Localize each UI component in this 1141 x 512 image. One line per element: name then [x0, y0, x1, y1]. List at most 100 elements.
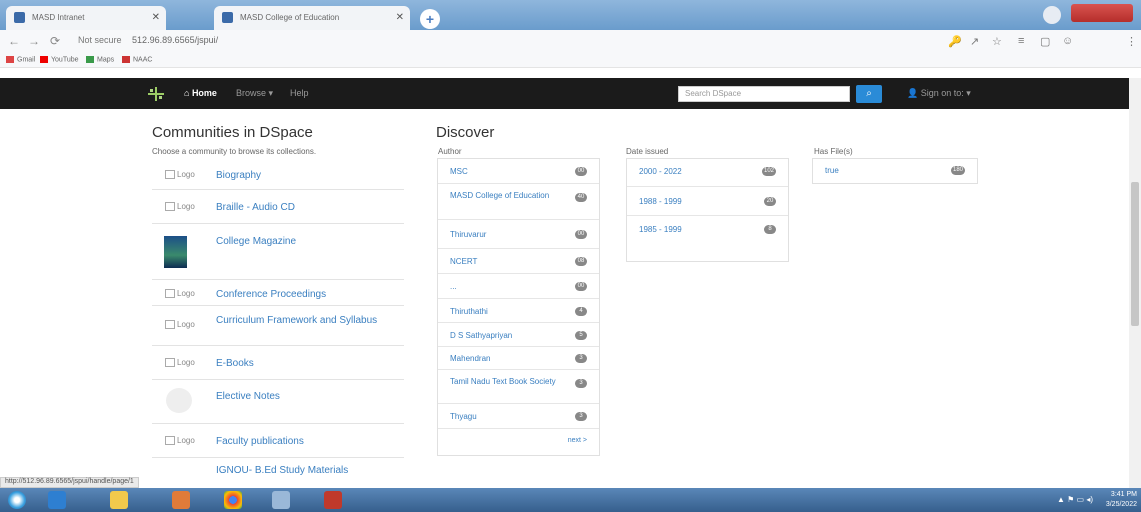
facet-item[interactable]: 2000 - 2022 102: [627, 159, 788, 187]
count-badge: 20: [764, 197, 776, 206]
browser-tab-active[interactable]: MASD College of Education ✕: [214, 6, 410, 30]
clock[interactable]: 3:41 PM 3/25/2022: [1106, 490, 1137, 510]
count-badge: 3: [575, 354, 587, 363]
media-player-icon[interactable]: [172, 491, 190, 509]
address-bar: ← → ⟳ Not secure 512.96.89.6565/jspui/ 🔑…: [0, 30, 1141, 54]
scrollbar-thumb[interactable]: [1131, 182, 1139, 326]
facet-item[interactable]: ... 00: [438, 274, 599, 299]
reload-icon[interactable]: ⟳: [50, 34, 60, 48]
bookmark-youtube[interactable]: YouTube: [40, 56, 79, 63]
count-badge: 00: [575, 167, 587, 176]
list-item: Logo Faculty publications: [152, 424, 404, 458]
browser-tab[interactable]: MASD Intranet ✕: [6, 6, 166, 30]
facet-item[interactable]: 1985 - 1999 8: [627, 216, 788, 244]
community-link[interactable]: College Magazine: [216, 235, 396, 248]
forward-icon[interactable]: →: [28, 34, 40, 48]
facet-item[interactable]: true 180: [813, 159, 977, 183]
broken-image-icon: [165, 320, 175, 330]
browser-tab-bar: MASD Intranet ✕ MASD College of Educatio…: [0, 0, 1141, 30]
dspace-logo-icon[interactable]: [148, 87, 164, 101]
sidepanel-icon[interactable]: ▢: [1040, 35, 1050, 48]
communities-title: Communities in DSpace: [152, 124, 313, 141]
url-field[interactable]: Not secure 512.96.89.6565/jspui/: [78, 35, 218, 45]
bookmark-maps[interactable]: Maps: [86, 56, 114, 63]
app-icon[interactable]: [324, 491, 342, 509]
facet-item[interactable]: Thyagu 3: [438, 404, 599, 429]
count-badge: 5: [575, 331, 587, 340]
facet-item[interactable]: Tamil Nadu Text Book Society 3: [438, 370, 599, 404]
explorer-icon[interactable]: [110, 491, 128, 509]
chrome-icon[interactable]: [224, 491, 242, 509]
favicon-icon: [222, 12, 233, 23]
facet-item[interactable]: MSC 00: [438, 159, 599, 184]
nav-help[interactable]: Help: [290, 88, 309, 98]
window-controls[interactable]: [1071, 4, 1133, 22]
close-icon[interactable]: ✕: [152, 12, 160, 23]
notepad-icon[interactable]: [272, 491, 290, 509]
search-input[interactable]: Search DSpace: [678, 86, 850, 102]
facet-item[interactable]: MASD College of Education 40: [438, 184, 599, 220]
broken-image-icon: [165, 289, 175, 299]
login-menu[interactable]: 👤 Sign on to: ▾: [907, 88, 971, 99]
search-button[interactable]: ⌕: [856, 85, 882, 103]
bookmark-gmail[interactable]: Gmail: [6, 56, 35, 63]
close-icon[interactable]: ✕: [396, 12, 404, 23]
date-facet-label: Date issued: [626, 147, 669, 156]
reading-list-icon[interactable]: ≡: [1018, 35, 1024, 47]
new-tab-button[interactable]: +: [420, 9, 440, 29]
community-link[interactable]: Biography: [216, 169, 396, 182]
bookmarks-bar: Gmail YouTube Maps NAAC: [0, 54, 1141, 68]
facet-item[interactable]: 1988 - 1999 20: [627, 187, 788, 216]
profile-avatar-icon[interactable]: ☺: [1062, 35, 1073, 47]
community-link[interactable]: IGNOU- B.Ed Study Materials: [216, 464, 396, 477]
more-link[interactable]: next >: [568, 437, 587, 444]
user-icon: 👤: [907, 88, 921, 98]
files-facet-list: true 180: [812, 158, 978, 184]
community-logo: Logo: [165, 170, 195, 180]
count-badge: 00: [575, 230, 587, 239]
bookmark-naac[interactable]: NAAC: [122, 56, 152, 63]
count-badge: 102: [761, 167, 776, 176]
community-link[interactable]: E-Books: [216, 357, 396, 370]
page-scrollbar[interactable]: [1129, 78, 1141, 488]
facet-item[interactable]: NCERT 08: [438, 249, 599, 274]
community-link[interactable]: Conference Proceedings: [216, 288, 396, 301]
author-facet-list: MSC 00 MASD College of Education 40 Thiruv…: [437, 158, 600, 456]
count-badge: 08: [575, 257, 587, 266]
count-badge: 180: [950, 166, 965, 175]
site-navbar: ⌂ Home Browse ▾ Help Search DSpace ⌕ 👤 S…: [0, 78, 1141, 109]
nav-browse[interactable]: Browse ▾: [236, 88, 273, 99]
not-secure-label: Not secure: [78, 35, 122, 45]
star-icon[interactable]: ☆: [992, 35, 1002, 48]
share-icon[interactable]: ↗: [970, 35, 979, 48]
facet-item[interactable]: Thiruthathi 4: [438, 299, 599, 323]
windows-taskbar: ▲ ⚑ ▭ ◂) 3:41 PM 3/25/2022: [0, 488, 1141, 512]
maps-icon: [86, 56, 94, 63]
count-badge: 4: [575, 307, 587, 316]
nav-home[interactable]: ⌂ Home: [184, 88, 217, 98]
community-link[interactable]: Braille - Audio CD: [216, 201, 396, 214]
facet-item[interactable]: Thiruvarur 00: [438, 220, 599, 249]
system-tray-icons[interactable]: ▲ ⚑ ▭ ◂): [1057, 495, 1093, 504]
list-item: Logo Braille - Audio CD: [152, 190, 404, 224]
community-link[interactable]: Curriculum Framework and Syllabus: [216, 314, 396, 327]
menu-icon[interactable]: ⋮: [1126, 35, 1137, 48]
discover-title: Discover: [436, 124, 495, 141]
gmail-icon: [6, 56, 14, 63]
profile-icon[interactable]: [1043, 6, 1061, 24]
key-icon[interactable]: 🔑: [948, 35, 962, 48]
start-button[interactable]: [8, 491, 26, 509]
back-icon[interactable]: ←: [8, 34, 20, 48]
count-badge: 8: [764, 225, 776, 234]
list-item: Elective Notes: [152, 380, 404, 424]
community-link[interactable]: Faculty publications: [216, 435, 396, 448]
facet-item[interactable]: D S Sathyapriyan 5: [438, 323, 599, 347]
list-item: Logo Curriculum Framework and Syllabus: [152, 306, 404, 346]
list-item: College Magazine: [152, 224, 404, 280]
facet-item[interactable]: Mahendran 3: [438, 347, 599, 370]
notes-thumbnail: [166, 388, 192, 413]
ie-icon[interactable]: [48, 491, 66, 509]
favicon-icon: [14, 12, 25, 23]
search-icon: ⌕: [866, 88, 872, 99]
community-link[interactable]: Elective Notes: [216, 390, 396, 403]
